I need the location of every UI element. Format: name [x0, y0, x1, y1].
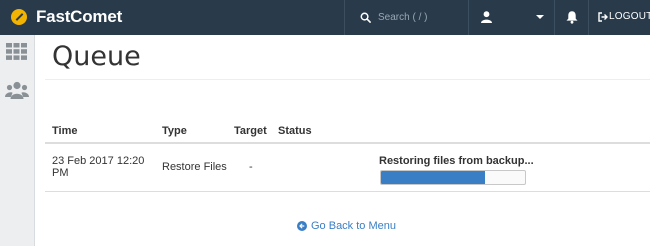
chevron-down-icon — [536, 15, 544, 19]
users-icon — [5, 81, 29, 99]
page-title: Queue — [52, 41, 141, 72]
search-box[interactable] — [344, 0, 468, 35]
logout-button[interactable]: LOGOUT — [588, 0, 650, 35]
title-divider — [45, 79, 650, 80]
logout-icon — [598, 12, 608, 22]
cell-time: 23 Feb 2017 12:20 PM — [45, 143, 162, 192]
bell-icon — [566, 11, 578, 24]
status-text: Restoring files from backup... — [379, 155, 534, 167]
sidebar — [0, 35, 35, 246]
logout-label: LOGOUT — [609, 11, 650, 22]
notifications-button[interactable] — [554, 0, 588, 35]
queue-table: Time Type Target Status 23 Feb 2017 12:2… — [45, 120, 650, 192]
user-icon — [481, 11, 492, 23]
column-header-status: Status — [278, 120, 650, 144]
brand-name: FastComet — [36, 7, 123, 26]
sidebar-item-home[interactable] — [0, 35, 34, 63]
progress-bar-fill — [381, 171, 485, 184]
search-input[interactable] — [378, 9, 466, 26]
column-header-type: Type — [162, 120, 234, 144]
column-header-time: Time — [45, 120, 162, 144]
go-back-label: Go Back to Menu — [311, 220, 396, 232]
go-back-link[interactable]: Go Back to Menu — [297, 220, 396, 232]
top-bar: FastComet LOGOUT — [0, 0, 650, 35]
cell-status: Restoring files from backup... — [278, 143, 650, 192]
table-header-row: Time Type Target Status — [45, 120, 650, 144]
logo-mark-icon — [11, 9, 27, 25]
sidebar-item-users[interactable] — [0, 73, 34, 101]
user-menu[interactable] — [468, 0, 554, 35]
brand-logo[interactable]: FastComet — [11, 7, 122, 27]
table-row: 23 Feb 2017 12:20 PM Restore Files - Res… — [45, 143, 650, 192]
search-icon — [360, 12, 371, 23]
cell-target: - — [234, 143, 278, 192]
progress-bar — [380, 170, 526, 185]
cell-type: Restore Files — [162, 143, 234, 192]
arrow-left-circle-icon — [297, 221, 307, 231]
grid-icon — [6, 43, 27, 60]
column-header-target: Target — [234, 120, 278, 144]
main-content: Queue Time Type Target Status 23 Feb 201… — [35, 35, 650, 246]
